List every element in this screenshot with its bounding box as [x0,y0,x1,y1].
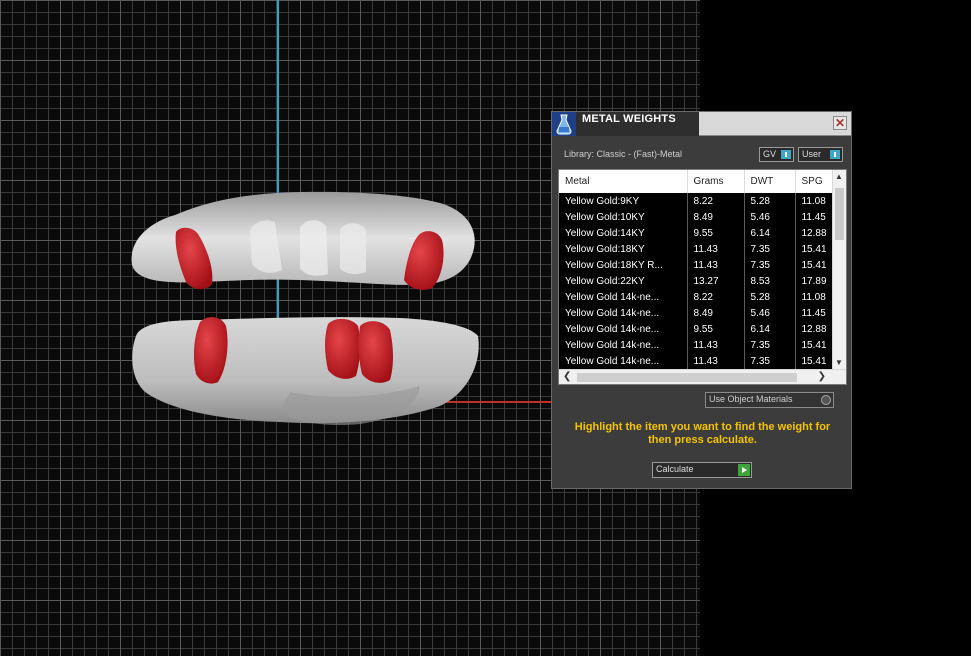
cell-spg: 11.08 [795,193,832,209]
scroll-right-icon[interactable]: ❯ [818,371,826,382]
table-header-row: Metal Grams DWT SPG [559,170,832,193]
column-header-metal[interactable]: Metal [559,170,688,193]
cell-metal: Yellow Gold:10KY [559,209,688,225]
metal-table[interactable]: Metal Grams DWT SPG Yellow Gold:9KY 8.22 5… [558,169,847,385]
cell-dwt: 5.28 [744,193,796,209]
scroll-left-icon[interactable]: ❮ [563,371,571,382]
cell-spg: 15.41 [795,337,832,353]
highlighted-tooth[interactable] [358,321,393,383]
cell-metal: Yellow Gold:18KY [559,241,688,257]
cell-grams: 9.55 [687,225,745,241]
cell-metal: Yellow Gold:18KY R... [559,257,688,273]
table-row[interactable]: Yellow Gold:22KY 13.27 8.53 17.89 [559,273,832,289]
cell-dwt: 5.46 [744,305,796,321]
upper-arch[interactable] [131,191,475,290]
cell-metal: Yellow Gold:22KY [559,273,688,289]
cell-spg: 11.45 [795,209,832,225]
user-label: User [802,149,822,159]
cell-dwt: 7.35 [744,353,796,369]
cell-grams: 11.43 [687,337,745,353]
calculate-button[interactable]: Calculate [652,462,752,478]
column-header-grams[interactable]: Grams [687,170,745,193]
scroll-down-icon[interactable]: ▼ [835,358,843,367]
table-row[interactable]: Yellow Gold 14k-ne... 11.43 7.35 15.41 [559,337,832,353]
close-button[interactable]: ✕ [833,116,847,130]
radio-icon [821,395,831,405]
library-label: Library: Classic - (Fast)-Metal [564,149,683,159]
cell-spg: 15.41 [795,241,832,257]
panel-title: METAL WEIGHTS [576,112,699,136]
cell-metal: Yellow Gold:14KY [559,225,688,241]
table-row[interactable]: Yellow Gold 14k-ne... 8.22 5.28 11.08 [559,289,832,305]
cell-spg: 12.88 [795,321,832,337]
cell-metal: Yellow Gold 14k-ne... [559,305,688,321]
cell-metal: Yellow Gold 14k-ne... [559,337,688,353]
use-object-materials-label: Use Object Materials [709,394,793,404]
use-object-materials-toggle[interactable]: Use Object Materials [705,392,834,408]
cell-dwt: 6.14 [744,321,796,337]
cell-dwt: 7.35 [744,337,796,353]
highlighted-tooth[interactable] [325,318,361,379]
cell-metal: Yellow Gold 14k-ne... [559,353,688,369]
cell-metal: Yellow Gold 14k-ne... [559,321,688,337]
panel-titlebar[interactable]: METAL WEIGHTS ✕ [552,112,851,136]
table-row[interactable]: Yellow Gold:9KY 8.22 5.28 11.08 [559,193,832,209]
cell-spg: 11.45 [795,305,832,321]
horizontal-scrollbar[interactable]: ❮ ❯ [559,369,846,384]
play-icon [738,464,750,476]
calculate-label: Calculate [656,464,694,474]
scroll-thumb[interactable] [577,373,797,382]
column-header-dwt[interactable]: DWT [744,170,796,193]
cell-grams: 13.27 [687,273,745,289]
scroll-up-icon[interactable]: ▲ [835,172,843,181]
gv-toggle[interactable]: GV [759,147,794,162]
cell-dwt: 6.14 [744,225,796,241]
table-row[interactable]: Yellow Gold:18KY R... 11.43 7.35 15.41 [559,257,832,273]
scroll-thumb[interactable] [835,188,844,240]
toggle-icon [830,150,840,159]
cell-spg: 17.89 [795,273,832,289]
cell-spg: 11.08 [795,289,832,305]
column-header-spg[interactable]: SPG [795,170,832,193]
cell-spg: 15.41 [795,353,832,369]
cell-grams: 9.55 [687,321,745,337]
cell-grams: 11.43 [687,257,745,273]
table-row[interactable]: Yellow Gold:18KY 11.43 7.35 15.41 [559,241,832,257]
table-row[interactable]: Yellow Gold:10KY 8.49 5.46 11.45 [559,209,832,225]
cell-dwt: 5.28 [744,289,796,305]
cell-grams: 8.49 [687,305,745,321]
gv-label: GV [763,149,777,159]
table-row[interactable]: Yellow Gold:14KY 9.55 6.14 12.88 [559,225,832,241]
cell-spg: 15.41 [795,257,832,273]
user-toggle[interactable]: User [798,147,843,162]
metal-weights-panel: METAL WEIGHTS ✕ Library: Classic - (Fast… [551,111,852,489]
cell-dwt: 7.35 [744,257,796,273]
cell-spg: 12.88 [795,225,832,241]
cell-metal: Yellow Gold 14k-ne... [559,289,688,305]
cell-grams: 8.22 [687,289,745,305]
cell-grams: 11.43 [687,353,745,369]
cell-grams: 8.49 [687,209,745,225]
toggle-icon [781,150,791,159]
cell-grams: 8.22 [687,193,745,209]
cell-dwt: 5.46 [744,209,796,225]
cell-grams: 11.43 [687,241,745,257]
lower-arch[interactable] [132,317,479,426]
table-row[interactable]: Yellow Gold 14k-ne... 11.43 7.35 15.41 [559,353,832,369]
instruction-text: Highlight the item you want to find the … [574,421,831,446]
cell-metal: Yellow Gold:9KY [559,193,688,209]
cell-dwt: 8.53 [744,273,796,289]
cell-dwt: 7.35 [744,241,796,257]
vertical-scrollbar[interactable]: ▲ ▼ [832,170,846,369]
table-row[interactable]: Yellow Gold 14k-ne... 8.49 5.46 11.45 [559,305,832,321]
table-row[interactable]: Yellow Gold 14k-ne... 9.55 6.14 12.88 [559,321,832,337]
flask-icon [552,112,576,136]
